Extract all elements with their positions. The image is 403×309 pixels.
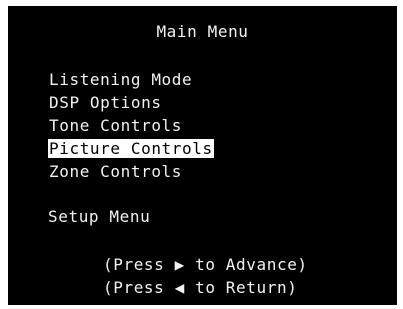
menu-item-label: Listening Mode [49, 70, 193, 89]
left-arrow-icon: ◀ [174, 278, 185, 297]
advance-hint: (Press ▶ to Advance) [103, 253, 308, 276]
advance-hint-prefix: (Press [103, 255, 175, 274]
menu-title: Main Menu [156, 22, 249, 41]
main-menu-list: Listening Mode DSP Options Tone Controls… [48, 68, 214, 183]
menu-item-label: Tone Controls [49, 116, 183, 135]
advance-hint-suffix: to Advance) [184, 255, 308, 274]
menu-item-dsp-options[interactable]: DSP Options [48, 91, 214, 114]
navigation-hints: (Press ▶ to Advance) (Press ◀ to Return) [103, 253, 308, 299]
menu-item-label: Zone Controls [49, 162, 183, 181]
return-hint-suffix: to Return) [184, 278, 298, 297]
menu-item-label: Setup Menu [48, 207, 151, 226]
return-hint: (Press ◀ to Return) [103, 276, 308, 299]
return-hint-prefix: (Press [103, 278, 175, 297]
menu-item-tone-controls[interactable]: Tone Controls [48, 114, 214, 137]
menu-item-zone-controls[interactable]: Zone Controls [48, 160, 214, 183]
menu-item-setup-menu[interactable]: Setup Menu [48, 205, 150, 228]
osd-screen: Main Menu Listening Mode DSP Options Ton… [8, 6, 397, 305]
menu-item-label: DSP Options [49, 93, 162, 112]
menu-item-listening-mode[interactable]: Listening Mode [48, 68, 214, 91]
menu-item-label: Picture Controls [48, 139, 214, 158]
menu-item-picture-controls[interactable]: Picture Controls [48, 137, 214, 160]
right-arrow-icon: ▶ [174, 255, 185, 274]
